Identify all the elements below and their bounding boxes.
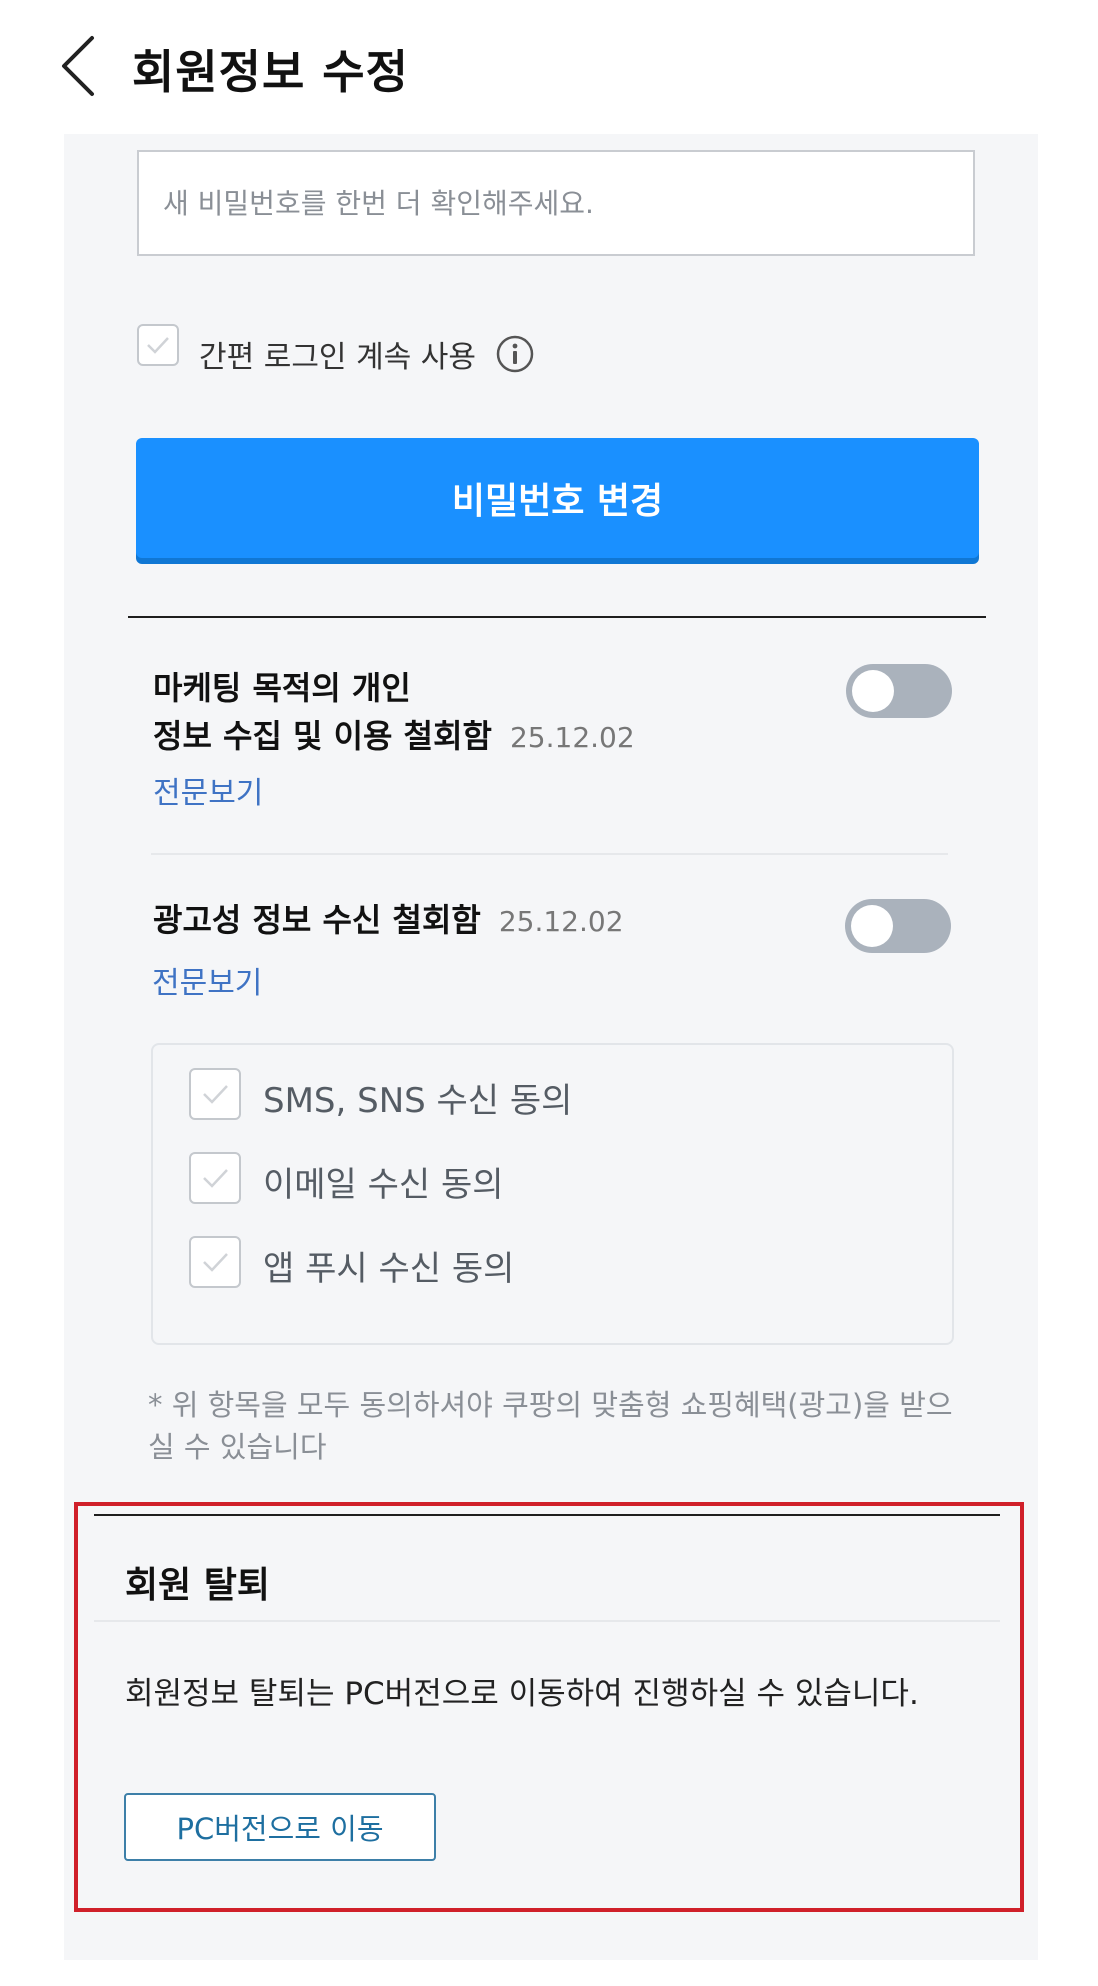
sms-sns-consent-checkbox[interactable]	[189, 1068, 241, 1120]
easy-login-checkbox[interactable]	[137, 324, 179, 366]
header: 회원정보 수정	[0, 0, 1098, 130]
back-button[interactable]	[52, 30, 112, 100]
go-to-pc-version-button[interactable]: PC버전으로 이동	[124, 1793, 436, 1861]
marketing-date: 25.12.02	[509, 721, 635, 754]
withdraw-title: 회원 탈퇴	[125, 1565, 271, 1606]
checkmark-icon	[203, 1253, 228, 1272]
change-password-button[interactable]: 비밀번호 변경	[136, 438, 979, 558]
withdraw-description: 회원정보 탈퇴는 PC버전으로 이동하여 진행하실 수 있습니다.	[125, 1676, 919, 1712]
checkmark-icon	[203, 1169, 228, 1188]
section-divider	[128, 616, 986, 618]
checkmark-icon	[203, 1085, 228, 1104]
confirm-password-input[interactable]	[137, 150, 975, 256]
toggle-knob	[851, 905, 893, 947]
marketing-withdraw-toggle[interactable]	[846, 664, 952, 718]
ads-full-text-link[interactable]: 전문보기	[152, 958, 262, 1002]
ads-date: 25.12.02	[498, 905, 624, 938]
email-consent-label: 이메일 수신 동의	[263, 1165, 504, 1205]
marketing-title-line1: 마케팅 목적의 개인	[153, 669, 411, 707]
app-push-consent-label: 앱 푸시 수신 동의	[263, 1249, 515, 1289]
ads-withdraw-toggle[interactable]	[845, 899, 951, 953]
sms-sns-consent-label: SMS, SNS 수신 동의	[263, 1081, 573, 1121]
easy-login-label: 간편 로그인 계속 사용	[199, 340, 477, 375]
chevron-left-icon	[62, 36, 94, 96]
app-push-consent-checkbox[interactable]	[189, 1236, 241, 1288]
checkmark-icon	[147, 337, 169, 354]
toggle-knob	[852, 670, 894, 712]
marketing-title-line2: 정보 수집 및 이용 철회함	[153, 717, 492, 755]
row-divider	[151, 853, 948, 855]
page-title: 회원정보 수정	[132, 45, 409, 99]
ads-title: 광고성 정보 수신 철회함 25.12.02	[153, 896, 624, 946]
info-icon[interactable]	[495, 334, 535, 374]
consent-note: * 위 항목을 모두 동의하셔야 쿠팡의 맞춤형 쇼핑혜택(광고)을 받으실 수…	[148, 1388, 953, 1464]
withdraw-inner-divider	[94, 1620, 1000, 1622]
marketing-full-text-link[interactable]: 전문보기	[153, 768, 263, 812]
marketing-title: 마케팅 목적의 개인 정보 수집 및 이용 철회함 25.12.02	[153, 664, 635, 762]
email-consent-checkbox[interactable]	[189, 1152, 241, 1204]
withdraw-divider	[94, 1514, 1000, 1516]
ads-title-text: 광고성 정보 수신 철회함	[153, 901, 481, 939]
